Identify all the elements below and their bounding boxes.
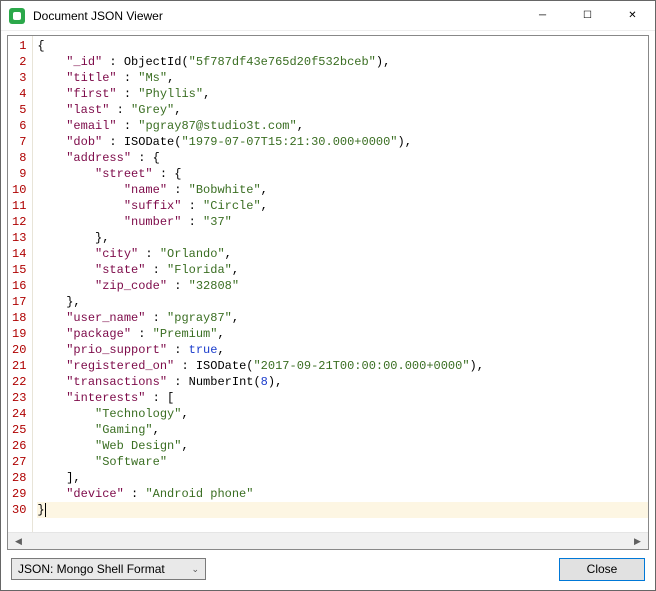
minimize-button[interactable]: ─ xyxy=(520,1,565,30)
code-line[interactable]: "zip_code" : "32808" xyxy=(37,278,648,294)
code-line[interactable]: "interests" : [ xyxy=(37,390,648,406)
window-controls: ─ ☐ ✕ xyxy=(520,1,655,30)
format-select[interactable]: JSON: Mongo Shell Format ⌄ xyxy=(11,558,206,580)
code-area[interactable]: { "_id" : ObjectId("5f787df43e765d20f532… xyxy=(33,36,648,532)
line-number: 26 xyxy=(12,438,26,454)
code-line[interactable]: "Technology", xyxy=(37,406,648,422)
code-line[interactable]: "city" : "Orlando", xyxy=(37,246,648,262)
line-number: 23 xyxy=(12,390,26,406)
scroll-right-icon[interactable]: ▶ xyxy=(629,534,646,549)
format-select-label: JSON: Mongo Shell Format xyxy=(18,562,165,576)
line-number: 6 xyxy=(12,118,26,134)
close-button-label: Close xyxy=(587,562,618,576)
json-editor[interactable]: 1234567891011121314151617181920212223242… xyxy=(7,35,649,550)
code-line[interactable]: ], xyxy=(37,470,648,486)
app-icon xyxy=(9,8,25,24)
close-window-button[interactable]: ✕ xyxy=(610,1,655,30)
line-number: 4 xyxy=(12,86,26,102)
line-number: 28 xyxy=(12,470,26,486)
code-line[interactable]: "suffix" : "Circle", xyxy=(37,198,648,214)
line-number: 25 xyxy=(12,422,26,438)
code-line[interactable]: "number" : "37" xyxy=(37,214,648,230)
line-number: 13 xyxy=(12,230,26,246)
line-number: 30 xyxy=(12,502,26,518)
code-line[interactable]: "first" : "Phyllis", xyxy=(37,86,648,102)
line-number: 19 xyxy=(12,326,26,342)
titlebar: Document JSON Viewer ─ ☐ ✕ xyxy=(1,1,655,31)
code-line[interactable]: "address" : { xyxy=(37,150,648,166)
line-number: 18 xyxy=(12,310,26,326)
code-line[interactable]: "user_name" : "pgray87", xyxy=(37,310,648,326)
footer-bar: JSON: Mongo Shell Format ⌄ Close xyxy=(1,550,655,588)
code-line[interactable]: "name" : "Bobwhite", xyxy=(37,182,648,198)
code-line[interactable]: "package" : "Premium", xyxy=(37,326,648,342)
line-number: 29 xyxy=(12,486,26,502)
window-title: Document JSON Viewer xyxy=(33,9,520,23)
code-line[interactable]: "registered_on" : ISODate("2017-09-21T00… xyxy=(37,358,648,374)
code-line[interactable]: } xyxy=(37,502,648,518)
code-line[interactable]: "Web Design", xyxy=(37,438,648,454)
chevron-down-icon: ⌄ xyxy=(191,564,199,575)
line-number: 21 xyxy=(12,358,26,374)
line-number: 24 xyxy=(12,406,26,422)
line-number: 22 xyxy=(12,374,26,390)
code-line[interactable]: "street" : { xyxy=(37,166,648,182)
line-number: 11 xyxy=(12,198,26,214)
line-number: 17 xyxy=(12,294,26,310)
line-number: 20 xyxy=(12,342,26,358)
code-line[interactable]: "dob" : ISODate("1979-07-07T15:21:30.000… xyxy=(37,134,648,150)
code-line[interactable]: }, xyxy=(37,230,648,246)
code-line[interactable]: }, xyxy=(37,294,648,310)
code-line[interactable]: "title" : "Ms", xyxy=(37,70,648,86)
code-line[interactable]: "Gaming", xyxy=(37,422,648,438)
scroll-left-icon[interactable]: ◀ xyxy=(10,534,27,549)
line-number: 12 xyxy=(12,214,26,230)
code-line[interactable]: "email" : "pgray87@studio3t.com", xyxy=(37,118,648,134)
code-line[interactable]: "last" : "Grey", xyxy=(37,102,648,118)
line-number-gutter: 1234567891011121314151617181920212223242… xyxy=(8,36,33,532)
code-line[interactable]: "state" : "Florida", xyxy=(37,262,648,278)
line-number: 16 xyxy=(12,278,26,294)
code-line[interactable]: "prio_support" : true, xyxy=(37,342,648,358)
line-number: 7 xyxy=(12,134,26,150)
line-number: 3 xyxy=(12,70,26,86)
line-number: 1 xyxy=(12,38,26,54)
horizontal-scrollbar[interactable]: ◀ ▶ xyxy=(8,532,648,549)
close-button[interactable]: Close xyxy=(559,558,645,581)
code-line[interactable]: "_id" : ObjectId("5f787df43e765d20f532bc… xyxy=(37,54,648,70)
code-line[interactable]: "device" : "Android phone" xyxy=(37,486,648,502)
line-number: 15 xyxy=(12,262,26,278)
code-line[interactable]: { xyxy=(37,38,648,54)
code-line[interactable]: "transactions" : NumberInt(8), xyxy=(37,374,648,390)
code-line[interactable]: "Software" xyxy=(37,454,648,470)
line-number: 8 xyxy=(12,150,26,166)
line-number: 10 xyxy=(12,182,26,198)
line-number: 2 xyxy=(12,54,26,70)
line-number: 14 xyxy=(12,246,26,262)
line-number: 5 xyxy=(12,102,26,118)
line-number: 27 xyxy=(12,454,26,470)
maximize-button[interactable]: ☐ xyxy=(565,1,610,30)
line-number: 9 xyxy=(12,166,26,182)
